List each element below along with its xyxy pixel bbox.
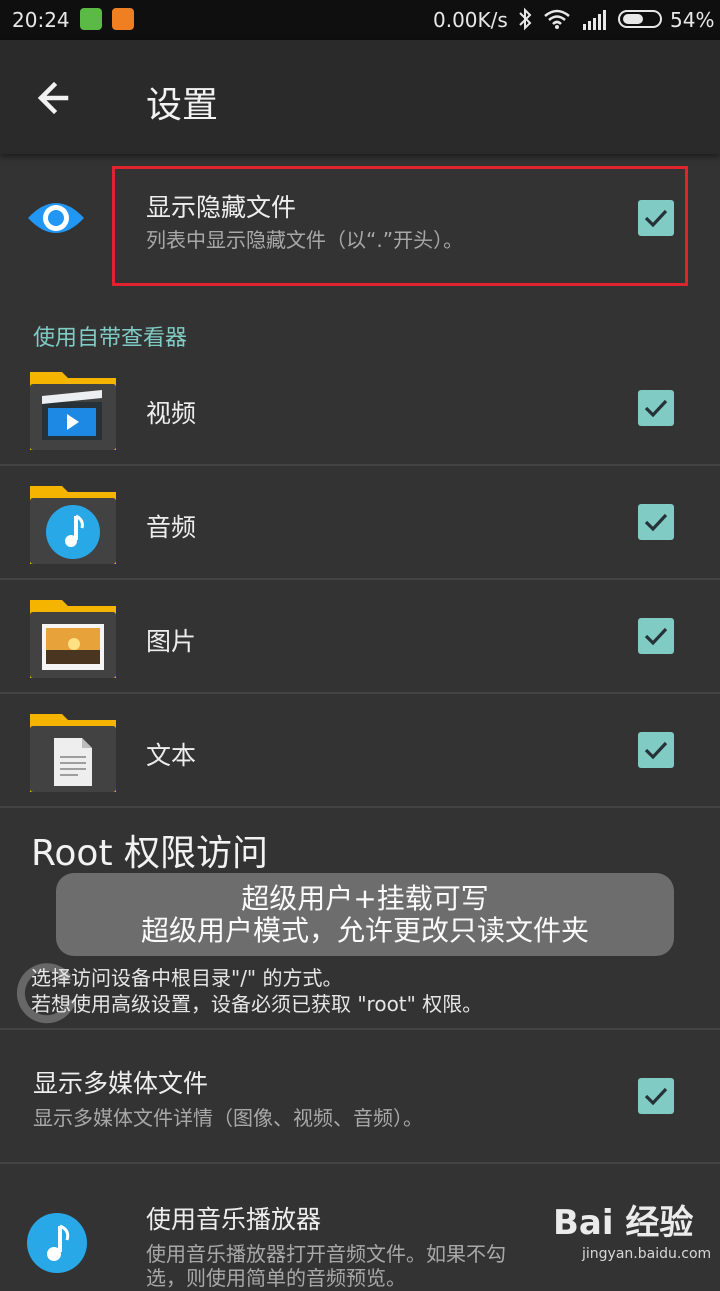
wifi-icon bbox=[544, 9, 570, 29]
section-header-viewers: 使用自带查看器 bbox=[33, 326, 188, 351]
baidu-watermark: Bai 经验 bbox=[553, 1203, 694, 1243]
image-viewer-checkbox[interactable] bbox=[638, 618, 674, 654]
bluetooth-icon bbox=[519, 7, 532, 31]
multimedia-checkbox[interactable] bbox=[638, 1078, 674, 1114]
page-title: 设置 bbox=[146, 85, 219, 126]
highlight-box bbox=[112, 166, 688, 286]
battery-icon bbox=[618, 10, 662, 28]
eye-icon bbox=[28, 203, 84, 233]
music-note-icon bbox=[27, 1213, 87, 1273]
setting-audio-viewer[interactable]: 音频 bbox=[0, 466, 720, 578]
battery-percent: 54% bbox=[670, 8, 715, 32]
setting-title: 文本 bbox=[146, 741, 197, 770]
text-viewer-checkbox[interactable] bbox=[638, 732, 674, 768]
toast-line2: 超级用户模式，允许更改只读文件夹 bbox=[140, 914, 589, 947]
text-folder-icon bbox=[30, 714, 116, 792]
video-viewer-checkbox[interactable] bbox=[638, 390, 674, 426]
setting-title: 显示多媒体文件 bbox=[33, 1069, 209, 1098]
root-description-line2: 若想使用高级设置，设备必须已获取 "root" 权限。 bbox=[31, 992, 483, 1016]
app-bar: 设置 bbox=[0, 40, 720, 154]
setting-title: 使用音乐播放器 bbox=[146, 1205, 322, 1234]
signal-icon bbox=[583, 10, 606, 30]
status-bar: 20:24 0.00K/s 54% bbox=[0, 0, 720, 40]
network-speed: 0.00K/s bbox=[433, 8, 508, 32]
setting-title: 图片 bbox=[146, 627, 197, 656]
root-description-line1: 选择访问设备中根目录"/" 的方式。 bbox=[31, 966, 343, 990]
setting-text-viewer[interactable]: 文本 bbox=[0, 694, 720, 806]
setting-subtitle: 显示多媒体文件详情（图像、视频、音频）。 bbox=[33, 1106, 423, 1130]
audio-viewer-checkbox[interactable] bbox=[638, 504, 674, 540]
image-folder-icon bbox=[30, 600, 116, 678]
setting-subtitle-line2: 选，则使用简单的音频预览。 bbox=[146, 1266, 406, 1290]
setting-title: 音频 bbox=[146, 513, 197, 542]
toast-line1: 超级用户+挂载可写 bbox=[241, 882, 489, 915]
mi-app-icon bbox=[112, 8, 134, 30]
setting-multimedia-files[interactable]: 显示多媒体文件 显示多媒体文件详情（图像、视频、音频）。 bbox=[0, 1030, 720, 1162]
app-notification-icon bbox=[80, 8, 102, 30]
arrow-left-icon[interactable] bbox=[30, 76, 80, 120]
setting-image-viewer[interactable]: 图片 bbox=[0, 580, 720, 692]
setting-title: 视频 bbox=[146, 399, 197, 428]
setting-video-viewer[interactable]: 视频 bbox=[0, 352, 720, 464]
baidu-watermark-url: jingyan.baidu.com bbox=[582, 1246, 712, 1262]
video-folder-icon bbox=[30, 372, 116, 450]
audio-folder-icon bbox=[30, 486, 116, 564]
divider bbox=[0, 806, 720, 808]
status-time: 20:24 bbox=[12, 8, 70, 32]
toast-message: 超级用户+挂载可写 超级用户模式，允许更改只读文件夹 bbox=[56, 873, 674, 956]
root-access-header: Root 权限访问 bbox=[31, 833, 269, 874]
